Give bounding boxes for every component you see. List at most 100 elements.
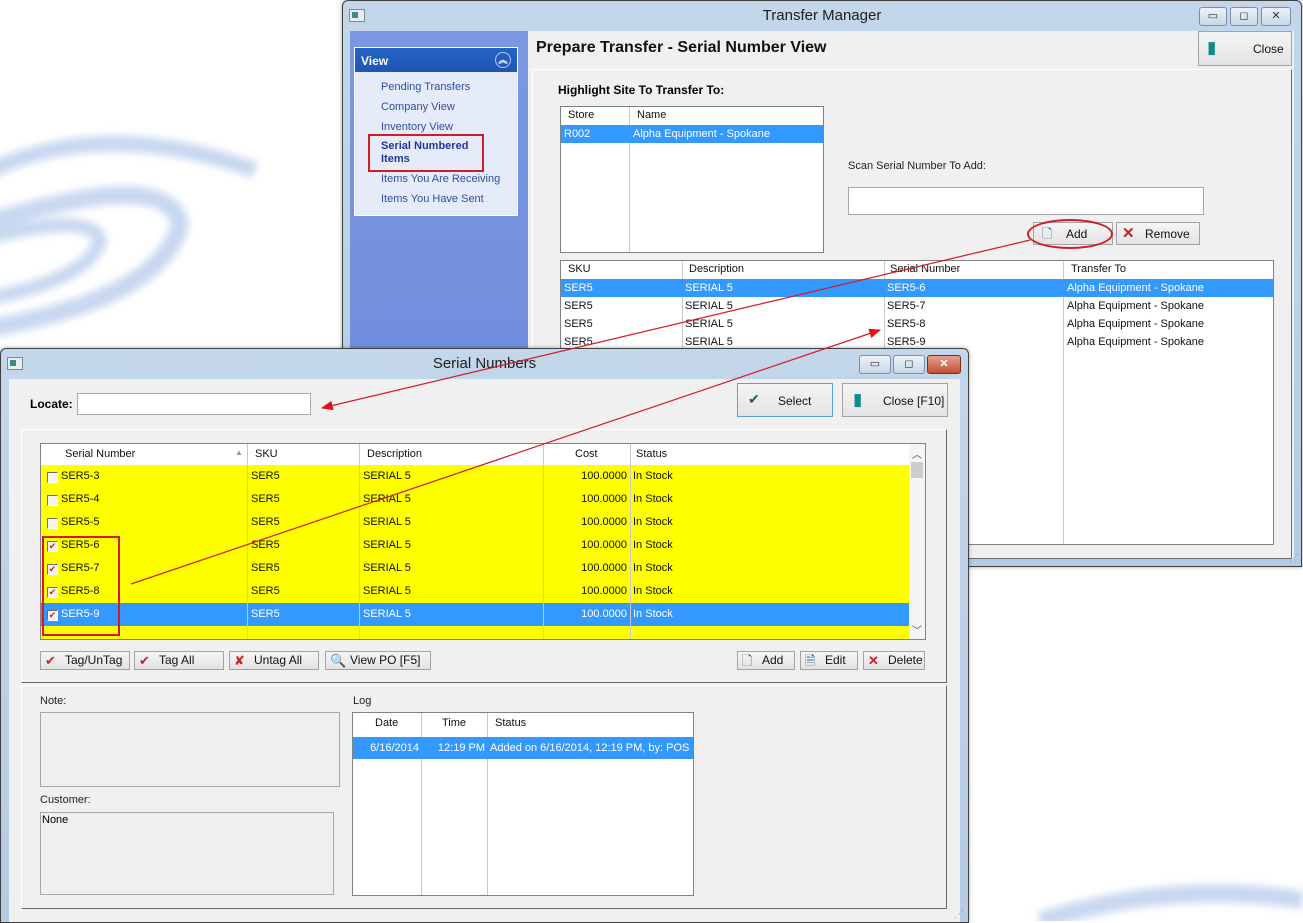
note-label: Note: xyxy=(40,695,67,707)
tag-all-button[interactable]: ✔ Tag All xyxy=(134,651,224,670)
cost-cell: 100.0000 xyxy=(581,470,627,482)
serial-row[interactable]: ✔ SER5-7 SER5 SERIAL 5 100.0000 In Stock xyxy=(41,557,909,580)
log-date-cell: 6/16/2014 xyxy=(370,742,419,754)
sku-cell: SER5 xyxy=(251,608,280,620)
description-cell: SERIAL 5 xyxy=(363,539,411,551)
transfer-row[interactable]: SER5 SERIAL 5 SER5-7 Alpha Equipment - Spok… xyxy=(561,297,1273,315)
column-header-serial-number[interactable]: Serial Number xyxy=(890,261,960,278)
column-header-sku[interactable]: SKU xyxy=(255,444,278,464)
column-header-description[interactable]: Description xyxy=(367,444,422,464)
vertical-scrollbar[interactable]: ︿ ﹀ xyxy=(909,444,925,639)
page-title: Prepare Transfer - Serial Number View xyxy=(536,39,827,56)
scan-label: Scan Serial Number To Add: xyxy=(848,160,986,172)
maximize-button[interactable]: ◻ xyxy=(1230,7,1258,26)
close-f10-label: Close [F10] xyxy=(883,394,945,408)
nav-item-items-sent[interactable]: Items You Have Sent xyxy=(381,193,484,205)
serial-number-cell: SER5-7 xyxy=(887,300,926,312)
unchecked-checkbox-icon[interactable] xyxy=(47,518,58,529)
annotation-box xyxy=(42,536,120,636)
column-header-date[interactable]: Date xyxy=(375,713,398,735)
tag-untag-label: Tag/UnTag xyxy=(65,653,123,667)
log-status-cell: Added on 6/16/2014, 12:19 PM, by: POS xyxy=(490,742,690,754)
maximize-button[interactable]: ◻ xyxy=(893,355,925,374)
minimize-button[interactable]: ▭ xyxy=(1199,7,1227,26)
sku-cell: SER5 xyxy=(251,493,280,505)
column-header-status[interactable]: Status xyxy=(495,713,526,735)
scan-serial-input[interactable] xyxy=(848,187,1204,215)
maximize-icon: ◻ xyxy=(1239,10,1249,22)
close-button[interactable]: ▮ Close xyxy=(1198,31,1292,66)
serial-row[interactable]: ✔ SER5-9 SER5 SERIAL 5 100.0000 In Stock xyxy=(41,603,909,626)
window-close-button[interactable]: ✕ xyxy=(927,355,961,374)
nav-item-inventory-view[interactable]: Inventory View xyxy=(381,121,453,133)
serial-row[interactable]: ✔ SER5-6 SER5 SERIAL 5 100.0000 In Stock xyxy=(41,534,909,557)
cost-cell: 100.0000 xyxy=(581,608,627,620)
serial-row[interactable]: SER5-5 SER5 SERIAL 5 100.0000 In Stock xyxy=(41,511,909,534)
close-button-label: Close xyxy=(1253,42,1284,56)
transfer-to-cell: Alpha Equipment - Spokane xyxy=(1067,300,1204,312)
customer-label: Customer: xyxy=(40,794,91,806)
nav-item-pending-transfers[interactable]: Pending Transfers xyxy=(381,81,470,93)
serial-rows: SER5-3 SER5 SERIAL 5 100.0000 In Stock SER5-4… xyxy=(41,465,909,639)
note-textarea[interactable] xyxy=(40,712,340,787)
close-f10-button[interactable]: ▮ Close [F10] xyxy=(842,383,948,417)
collapse-icon[interactable]: ︽ xyxy=(495,52,511,68)
serial-numbers-window: Serial Numbers ▭ ◻ ✕ Locate: ✔ Select ▮ … xyxy=(0,348,969,923)
column-header-serial-number[interactable]: Serial Number xyxy=(65,444,135,464)
site-grid[interactable]: Store Name R002 Alpha Equipment - Spokan… xyxy=(560,106,824,253)
tag-all-icon: ✔ xyxy=(139,653,150,668)
column-header-store[interactable]: Store xyxy=(568,107,594,124)
edit-document-icon: 🗎 xyxy=(805,653,816,668)
select-button-label: Select xyxy=(778,394,812,408)
column-header-sku[interactable]: SKU xyxy=(568,261,591,278)
column-header-name[interactable]: Name xyxy=(637,107,666,124)
untag-all-label: Untag All xyxy=(254,653,303,667)
site-row[interactable]: R002 Alpha Equipment - Spokane xyxy=(561,125,823,143)
magnifier-icon: 🔍 xyxy=(330,653,347,668)
locate-input[interactable] xyxy=(77,393,311,415)
delete-serial-button[interactable]: ✕ Delete xyxy=(863,651,925,670)
column-header-status[interactable]: Status xyxy=(636,444,667,464)
serial-row[interactable]: SER5-4 SER5 SERIAL 5 100.0000 In Stock xyxy=(41,488,909,511)
annotation-box xyxy=(368,134,484,172)
resize-grip[interactable]: ⋰ xyxy=(954,909,964,920)
column-header-description[interactable]: Description xyxy=(689,261,744,278)
edit-serial-button[interactable]: 🗎 Edit xyxy=(800,651,858,670)
description-cell: SERIAL 5 xyxy=(363,493,411,505)
serial-row[interactable]: SER5-3 SER5 SERIAL 5 100.0000 In Stock xyxy=(41,465,909,488)
scroll-down-icon[interactable]: ﹀ xyxy=(912,622,922,637)
unchecked-checkbox-icon[interactable] xyxy=(47,472,58,483)
resize-grip[interactable]: ⋰ xyxy=(1289,553,1299,564)
cost-cell: 100.0000 xyxy=(581,493,627,505)
nav-item-company-view[interactable]: Company View xyxy=(381,101,455,113)
transfer-row[interactable]: SER5 SERIAL 5 SER5-8 Alpha Equipment - Spok… xyxy=(561,315,1273,333)
transfer-row[interactable]: SER5 SERIAL 5 SER5-6 Alpha Equipment - Spok… xyxy=(561,279,1273,297)
tag-all-label: Tag All xyxy=(159,653,195,667)
site-label: Highlight Site To Transfer To: xyxy=(558,83,725,97)
log-grid[interactable]: Date Time Status 6/16/2014 12:19 PM Adde… xyxy=(352,712,694,896)
store-cell: R002 xyxy=(564,128,591,140)
view-po-button[interactable]: 🔍 View PO [F5] xyxy=(325,651,431,670)
sku-cell: SER5 xyxy=(251,562,280,574)
description-cell: SERIAL 5 xyxy=(363,516,411,528)
window-close-button[interactable]: ✕ xyxy=(1261,7,1291,26)
untag-all-button[interactable]: ✘ Untag All xyxy=(229,651,319,670)
serial-row[interactable]: ✔ SER5-8 SER5 SERIAL 5 100.0000 In Stock xyxy=(41,580,909,603)
scroll-thumb[interactable] xyxy=(911,462,923,478)
column-header-transfer-to[interactable]: Transfer To xyxy=(1071,261,1126,278)
select-button[interactable]: ✔ Select xyxy=(737,383,833,417)
unchecked-checkbox-icon[interactable] xyxy=(47,495,58,506)
column-header-cost[interactable]: Cost xyxy=(575,444,598,464)
scroll-up-icon[interactable]: ︿ xyxy=(912,446,922,461)
serial-number-cell: SER5-8 xyxy=(887,318,926,330)
description-cell: SERIAL 5 xyxy=(685,318,733,330)
remove-button[interactable]: ✕ Remove xyxy=(1116,222,1200,245)
minimize-button[interactable]: ▭ xyxy=(859,355,891,374)
log-row[interactable]: 6/16/2014 12:19 PM Added on 6/16/2014, 1… xyxy=(353,737,693,759)
nav-item-items-receiving[interactable]: Items You Are Receiving xyxy=(381,173,500,185)
serial-grid[interactable]: Serial Number ▲ SKU Description Cost Sta… xyxy=(40,443,926,640)
tag-untag-button[interactable]: ✔ Tag/UnTag xyxy=(40,651,130,670)
column-header-time[interactable]: Time xyxy=(442,713,466,735)
add-serial-button[interactable]: 🗋 Add xyxy=(737,651,795,670)
view-po-label: View PO [F5] xyxy=(350,653,421,667)
